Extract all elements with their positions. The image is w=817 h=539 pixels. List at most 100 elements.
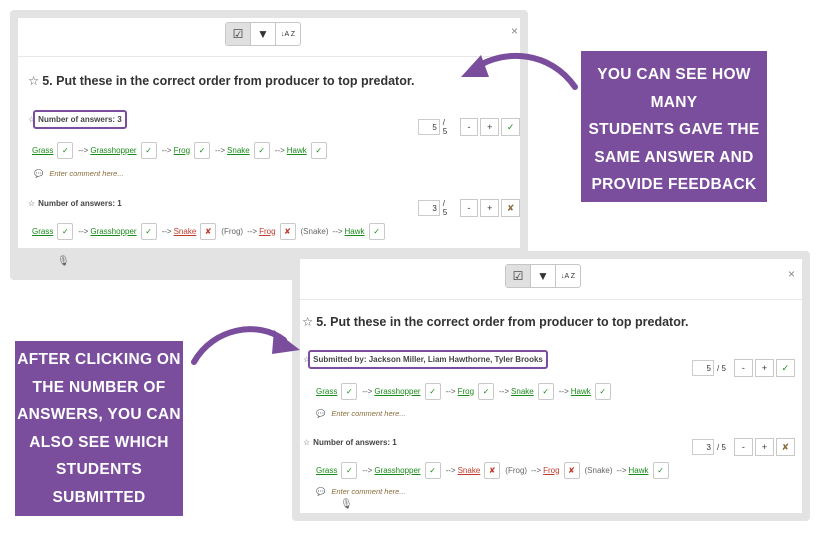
mark-correct-button[interactable]: ✓ <box>652 461 669 479</box>
microphone-icon[interactable]: 🎙 <box>57 256 70 267</box>
mark-incorrect-button[interactable]: ✘ <box>200 222 217 240</box>
reject-button[interactable]: ✘ <box>501 199 520 217</box>
arrow: --> <box>531 465 542 475</box>
close-icon[interactable]: × <box>511 24 518 38</box>
arrow: --> <box>274 145 285 155</box>
arrow: --> <box>499 386 510 396</box>
grading-panel-bottom: ☑ ▼ ↓ A Z × ☆ 5. Put these in the correct … <box>292 251 810 521</box>
answer-count-header: ☆ Number of answers: 3 <box>28 110 127 129</box>
callout-line: ANSWERS, YOU CAN <box>17 406 181 423</box>
accept-button[interactable]: ✓ <box>775 359 795 377</box>
score-max: / 5 <box>717 363 726 373</box>
callout-bottom: AFTER CLICKING ON THE NUMBER OF ANSWERS,… <box>15 341 183 533</box>
comment-field[interactable]: 💬 Enter comment here... <box>316 409 406 418</box>
comment-field[interactable]: 💬 Enter comment here... <box>316 487 406 496</box>
arrow: --> <box>247 226 258 236</box>
mark-correct-button[interactable]: ✓ <box>478 382 495 400</box>
score-input[interactable]: 3 <box>418 200 440 216</box>
close-icon[interactable]: × <box>788 267 795 281</box>
answer-item: Grasshopper <box>374 386 421 396</box>
mark-correct-button[interactable]: ✓ <box>341 382 358 400</box>
answer-row: Grass ✓ --> Grasshopper ✓ --> Snake ✘ (Frog… <box>316 461 672 479</box>
sort-az-icon[interactable]: ↓ A Z <box>276 23 300 45</box>
increment-button[interactable]: + <box>480 118 500 136</box>
mark-correct-button[interactable]: ✓ <box>368 222 385 240</box>
answer-item: Grasshopper <box>90 145 137 155</box>
answer-item: Snake <box>227 145 250 155</box>
number-of-answers-link[interactable]: Number of answers: 3 <box>33 110 127 129</box>
score-max: / 5 <box>442 199 448 217</box>
score-control: 3 / 5 - + ✘ <box>418 199 520 217</box>
expected-item: (Snake) <box>584 465 613 475</box>
answer-item: Hawk <box>570 386 591 396</box>
arrow: --> <box>558 386 569 396</box>
answer-row: Grass ✓ --> Grasshopper ✓ --> Snake ✘ (Frog… <box>32 222 388 240</box>
answer-item: Hawk <box>628 465 649 475</box>
filter-icon[interactable]: ▼ <box>251 23 276 45</box>
toolbar: ☑ ▼ ↓ A Z <box>505 264 581 288</box>
answer-item: Frog <box>173 145 191 155</box>
number-of-answers-link[interactable]: Number of answers: 1 <box>313 438 397 447</box>
arrow: --> <box>161 145 172 155</box>
decrement-button[interactable]: - <box>733 359 753 377</box>
increment-button[interactable]: + <box>754 438 774 456</box>
answer-item: Grass <box>32 145 54 155</box>
answer-item: Grasshopper <box>374 465 421 475</box>
score-input[interactable]: 5 <box>418 119 440 135</box>
mark-incorrect-button[interactable]: ✘ <box>279 222 296 240</box>
arrow: --> <box>362 465 373 475</box>
increment-button[interactable]: + <box>480 199 500 217</box>
arrow-bottom-icon <box>191 326 300 365</box>
arrow: --> <box>445 465 456 475</box>
mark-correct-button[interactable]: ✓ <box>424 461 441 479</box>
decrement-button[interactable]: - <box>459 118 479 136</box>
score-control: 3 / 5 - + ✘ <box>692 438 795 456</box>
review-icon[interactable]: ☑ <box>506 265 531 287</box>
mark-correct-button[interactable]: ✓ <box>57 222 74 240</box>
review-icon[interactable]: ☑ <box>226 23 251 45</box>
sort-az-icon[interactable]: ↓ A Z <box>556 265 580 287</box>
number-of-answers-link[interactable]: Number of answers: 1 <box>38 199 122 208</box>
filter-icon[interactable]: ▼ <box>531 265 556 287</box>
microphone-icon[interactable]: 🎙 <box>340 499 353 510</box>
answer-row: Grass ✓ --> Grasshopper ✓ --> Frog ✓ --> Sn… <box>316 382 614 400</box>
star-icon[interactable]: ☆ <box>303 438 310 447</box>
mark-correct-button[interactable]: ✓ <box>253 141 270 159</box>
decrement-button[interactable]: - <box>733 438 753 456</box>
answer-count-header: ☆ Number of answers: 1 <box>28 199 122 208</box>
answer-item: Frog <box>457 386 475 396</box>
mark-correct-button[interactable]: ✓ <box>194 141 211 159</box>
accept-button[interactable]: ✓ <box>501 118 520 136</box>
arrow: --> <box>78 145 89 155</box>
mark-correct-button[interactable]: ✓ <box>140 222 157 240</box>
callout-line: ALSO SEE WHICH <box>29 433 169 451</box>
mark-incorrect-button[interactable]: ✘ <box>484 461 501 479</box>
score-max: / 5 <box>442 118 448 136</box>
score-input[interactable]: 3 <box>692 439 714 455</box>
increment-button[interactable]: + <box>754 359 774 377</box>
comment-field[interactable]: 💬 Enter comment here... <box>34 169 124 178</box>
question-title: ☆ 5. Put these in the correct order from … <box>28 74 415 88</box>
comment-icon: 💬 <box>316 409 326 418</box>
score-input[interactable]: 5 <box>692 360 714 376</box>
mark-correct-button[interactable]: ✓ <box>140 141 157 159</box>
submitted-by-link[interactable]: Submitted by: Jackson Miller, Liam Hawth… <box>308 350 548 369</box>
star-icon[interactable]: ☆ <box>28 74 39 88</box>
reject-button[interactable]: ✘ <box>775 438 795 456</box>
mark-correct-button[interactable]: ✓ <box>57 141 74 159</box>
callout-line: THE NUMBER OF <box>32 378 166 396</box>
mark-correct-button[interactable]: ✓ <box>341 461 358 479</box>
mark-correct-button[interactable]: ✓ <box>594 382 611 400</box>
arrow: --> <box>78 226 89 236</box>
mark-incorrect-button[interactable]: ✘ <box>563 461 580 479</box>
answer-row: Grass ✓ --> Grasshopper ✓ --> Frog ✓ --> Sn… <box>32 141 330 159</box>
decrement-button[interactable]: - <box>459 199 479 217</box>
star-icon[interactable]: ☆ <box>28 199 35 208</box>
callout-line: YOU CAN SEE HOW MANY <box>597 66 751 111</box>
callout-line: ALL OF THEM AT ONCE. <box>608 231 740 276</box>
mark-correct-button[interactable]: ✓ <box>310 141 327 159</box>
callout-line: STUDENTS SUBMITTED <box>52 461 146 506</box>
mark-correct-button[interactable]: ✓ <box>424 382 441 400</box>
callout-line: SAME ANSWER AND <box>594 148 754 166</box>
mark-correct-button[interactable]: ✓ <box>537 382 554 400</box>
